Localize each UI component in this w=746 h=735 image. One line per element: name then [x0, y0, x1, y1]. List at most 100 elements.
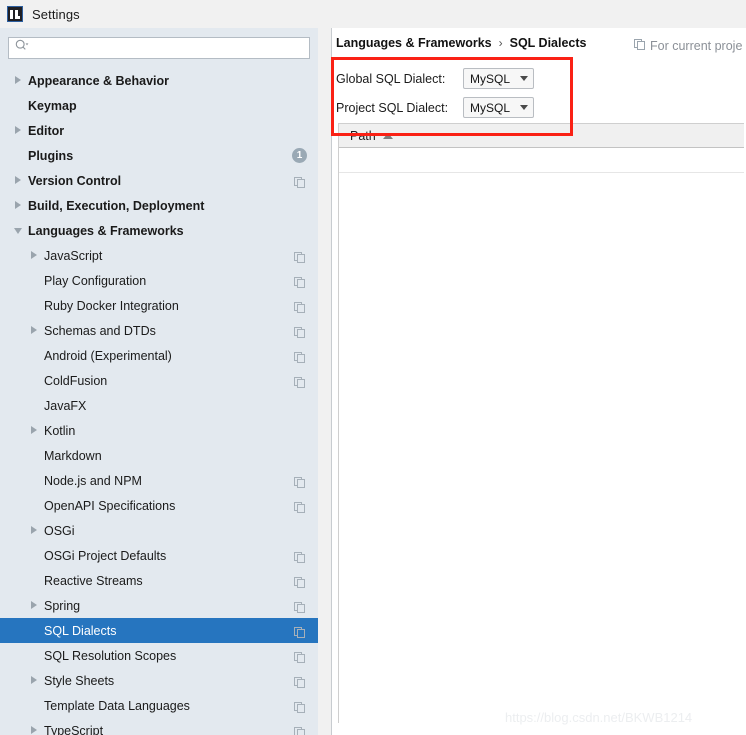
sidebar-item-openapi-specifications[interactable]: OpenAPI Specifications	[0, 493, 318, 518]
table-header-row: Path	[339, 124, 744, 148]
column-header-path[interactable]: Path	[339, 129, 393, 143]
sidebar-item-kotlin[interactable]: Kotlin	[0, 418, 318, 443]
sidebar-item-schemas-and-dtds[interactable]: Schemas and DTDs	[0, 318, 318, 343]
sidebar-item-label: OpenAPI Specifications	[44, 498, 176, 513]
sidebar-item-label: Markdown	[44, 448, 102, 463]
search-field[interactable]	[8, 37, 310, 59]
project-copy-icon	[294, 375, 305, 388]
sidebar-item-build-execution-deployment[interactable]: Build, Execution, Deployment	[0, 193, 318, 218]
chevron-right-icon[interactable]	[14, 201, 23, 210]
sidebar-item-label: JavaFX	[44, 398, 87, 413]
window-titlebar: Settings	[0, 0, 746, 28]
breadcrumb-current: SQL Dialects	[509, 36, 587, 50]
sidebar-item-label: Reactive Streams	[44, 573, 143, 588]
global-sql-dialect-label: Global SQL Dialect:	[336, 71, 446, 86]
sidebar-item-label: Android (Experimental)	[44, 348, 172, 363]
chevron-right-icon[interactable]	[30, 726, 39, 735]
for-current-project-hint: For current proje	[634, 37, 746, 55]
breadcrumb-parent[interactable]: Languages & Frameworks	[336, 36, 492, 50]
chevron-right-icon[interactable]	[30, 526, 39, 535]
sidebar-item-label: Spring	[44, 598, 81, 613]
sidebar-item-play-configuration[interactable]: Play Configuration	[0, 268, 318, 293]
sidebar-item-label: Languages & Frameworks	[28, 223, 184, 238]
sidebar-item-languages-frameworks[interactable]: Languages & Frameworks	[0, 218, 318, 243]
sidebar-item-label: SQL Dialects	[44, 623, 117, 638]
sidebar-item-keymap[interactable]: Keymap	[0, 93, 318, 118]
project-sql-dialect-label: Project SQL Dialect:	[336, 100, 449, 115]
settings-sidebar: Appearance & Behavior Keymap Editor Plugins…	[0, 28, 318, 735]
sidebar-item-label: Schemas and DTDs	[44, 323, 156, 338]
chevron-right-icon[interactable]	[30, 426, 39, 435]
project-copy-icon	[294, 175, 305, 188]
column-header-path-label: Path	[350, 128, 376, 143]
watermark: https://blog.csdn.net/BKWB1214	[505, 710, 693, 725]
chevron-right-icon[interactable]	[30, 326, 39, 335]
project-copy-icon	[294, 550, 305, 563]
sidebar-item-markdown[interactable]: Markdown	[0, 443, 318, 468]
sidebar-item-plugins[interactable]: Plugins 1	[0, 143, 318, 168]
sidebar-item-ruby-docker-integration[interactable]: Ruby Docker Integration	[0, 293, 318, 318]
project-copy-icon	[294, 650, 305, 663]
sidebar-item-version-control[interactable]: Version Control	[0, 168, 318, 193]
sort-ascending-icon	[382, 132, 393, 139]
project-copy-icon	[294, 675, 305, 688]
sidebar-item-sql-resolution-scopes[interactable]: SQL Resolution Scopes	[0, 643, 318, 668]
chevron-right-icon[interactable]	[30, 601, 39, 610]
chevron-right-icon[interactable]	[30, 251, 39, 260]
sidebar-item-osgi[interactable]: OSGi	[0, 518, 318, 543]
chevron-right-icon[interactable]	[14, 126, 23, 135]
status-badge: 1	[292, 148, 307, 163]
sidebar-item-label: Appearance & Behavior	[28, 73, 170, 88]
project-copy-icon	[294, 250, 305, 263]
sidebar-item-label: Style Sheets	[44, 673, 115, 688]
project-copy-icon	[294, 350, 305, 363]
window-title: Settings	[32, 6, 80, 22]
search-icon	[15, 39, 29, 57]
sidebar-item-sql-dialects[interactable]: SQL Dialects	[0, 618, 318, 643]
sidebar-item-android-experimental[interactable]: Android (Experimental)	[0, 343, 318, 368]
sidebar-item-label: SQL Resolution Scopes	[44, 648, 177, 663]
global-sql-dialect-select[interactable]: MySQL	[463, 68, 534, 89]
sidebar-item-appearance-behavior[interactable]: Appearance & Behavior	[0, 68, 318, 93]
sidebar-item-label: ColdFusion	[44, 373, 108, 388]
sidebar-item-label: TypeScript	[44, 723, 104, 735]
chevron-right-icon[interactable]	[14, 76, 23, 85]
sidebar-item-typescript[interactable]: TypeScript	[0, 718, 318, 735]
sidebar-item-label: Play Configuration	[44, 273, 147, 288]
sidebar-item-editor[interactable]: Editor	[0, 118, 318, 143]
chevron-right-icon[interactable]	[30, 676, 39, 685]
sidebar-item-javafx[interactable]: JavaFX	[0, 393, 318, 418]
dialect-path-table: Path	[338, 123, 744, 723]
project-copy-icon	[634, 37, 645, 55]
sidebar-item-label: OSGi Project Defaults	[44, 548, 167, 563]
project-sql-dialect-select[interactable]: MySQL	[463, 97, 534, 118]
chevron-down-icon[interactable]	[14, 226, 23, 235]
settings-dialog: Settings Appearance & Behavior Keymap Edit…	[0, 0, 746, 735]
table-row[interactable]	[339, 148, 744, 173]
select-value: MySQL	[470, 71, 511, 86]
sidebar-item-label: Template Data Languages	[44, 698, 190, 713]
project-copy-icon	[294, 600, 305, 613]
sidebar-item-osgi-project-defaults[interactable]: OSGi Project Defaults	[0, 543, 318, 568]
sidebar-item-node-js-and-npm[interactable]: Node.js and NPM	[0, 468, 318, 493]
project-copy-icon	[294, 700, 305, 713]
chevron-down-icon	[520, 105, 528, 110]
search-input[interactable]	[32, 41, 282, 55]
project-copy-icon	[294, 325, 305, 338]
sidebar-item-label: Build, Execution, Deployment	[28, 198, 205, 213]
sidebar-item-template-data-languages[interactable]: Template Data Languages	[0, 693, 318, 718]
project-copy-icon	[294, 300, 305, 313]
chevron-down-icon	[520, 76, 528, 81]
project-copy-icon	[294, 475, 305, 488]
sidebar-item-reactive-streams[interactable]: Reactive Streams	[0, 568, 318, 593]
sidebar-item-javascript[interactable]: JavaScript	[0, 243, 318, 268]
sidebar-item-coldfusion[interactable]: ColdFusion	[0, 368, 318, 393]
sidebar-item-spring[interactable]: Spring	[0, 593, 318, 618]
sidebar-item-style-sheets[interactable]: Style Sheets	[0, 668, 318, 693]
chevron-right-icon[interactable]	[14, 176, 23, 185]
